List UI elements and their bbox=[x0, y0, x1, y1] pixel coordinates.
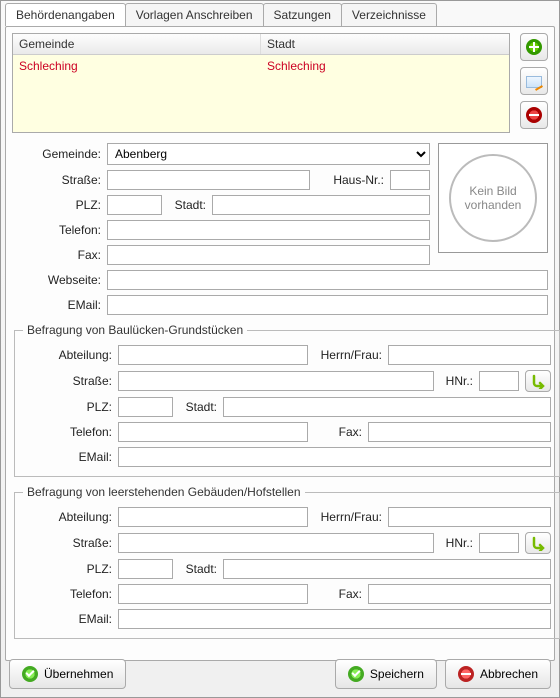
speichern-button[interactable]: Speichern bbox=[335, 659, 437, 689]
f1-label-telefon: Telefon: bbox=[23, 425, 118, 439]
check-icon bbox=[348, 666, 364, 682]
f1-strasse-field[interactable] bbox=[118, 371, 434, 391]
edit-button[interactable] bbox=[520, 67, 548, 95]
arrow-icon bbox=[530, 373, 546, 389]
f2-label-email: EMail: bbox=[23, 612, 118, 626]
telefon-field[interactable] bbox=[107, 220, 430, 240]
tab-verzeichnisse[interactable]: Verzeichnisse bbox=[341, 3, 437, 26]
speichern-label: Speichern bbox=[370, 667, 424, 681]
f1-stadt-field[interactable] bbox=[223, 397, 551, 417]
f2-hnr-field[interactable] bbox=[479, 533, 519, 553]
f2-fax-field[interactable] bbox=[368, 584, 551, 604]
label-telefon: Telefon: bbox=[12, 223, 107, 237]
f1-label-plz: PLZ: bbox=[23, 400, 118, 414]
fieldset-leerstand: Befragung von leerstehenden Gebäuden/Hof… bbox=[14, 485, 560, 639]
table-row[interactable]: Schleching Schleching bbox=[13, 55, 509, 77]
cell-gemeinde: Schleching bbox=[13, 57, 261, 75]
f1-hnr-field[interactable] bbox=[479, 371, 519, 391]
fax-field[interactable] bbox=[107, 245, 430, 265]
f1-label-email: EMail: bbox=[23, 450, 118, 464]
f2-herrn-field[interactable] bbox=[388, 507, 551, 527]
label-hausnr: Haus-Nr.: bbox=[310, 173, 390, 187]
tab-vorlagen-anschreiben[interactable]: Vorlagen Anschreiben bbox=[125, 3, 264, 26]
f2-label-plz: PLZ: bbox=[23, 562, 118, 576]
f2-apply-address-button[interactable] bbox=[525, 532, 551, 554]
f1-label-hnr: HNr.: bbox=[434, 374, 479, 388]
f1-label-stadt: Stadt: bbox=[173, 400, 223, 414]
label-email: EMail: bbox=[12, 298, 107, 312]
f2-label-abteilung: Abteilung: bbox=[23, 510, 118, 524]
f2-abteilung-field[interactable] bbox=[118, 507, 308, 527]
cancel-icon bbox=[458, 666, 474, 682]
minus-icon bbox=[526, 107, 542, 123]
f1-label-abteilung: Abteilung: bbox=[23, 348, 118, 362]
fieldset-bauluecken: Befragung von Baulücken-Grundstücken Abt… bbox=[14, 323, 560, 477]
label-strasse: Straße: bbox=[12, 173, 107, 187]
grid-header-gemeinde[interactable]: Gemeinde bbox=[13, 34, 261, 54]
image-placeholder[interactable]: Kein Bild vorhanden bbox=[438, 143, 548, 253]
abbrechen-button[interactable]: Abbrechen bbox=[445, 659, 551, 689]
tab-satzungen[interactable]: Satzungen bbox=[263, 3, 342, 26]
f2-label-herrn: Herrn/Frau: bbox=[308, 510, 388, 524]
f2-telefon-field[interactable] bbox=[118, 584, 308, 604]
f2-label-stadt: Stadt: bbox=[173, 562, 223, 576]
stadt-field[interactable] bbox=[212, 195, 430, 215]
f1-herrn-field[interactable] bbox=[388, 345, 551, 365]
f2-label-hnr: HNr.: bbox=[434, 536, 479, 550]
fieldset-bauluecken-legend: Befragung von Baulücken-Grundstücken bbox=[23, 323, 247, 337]
label-stadt: Stadt: bbox=[162, 198, 212, 212]
f1-email-field[interactable] bbox=[118, 447, 551, 467]
delete-button[interactable] bbox=[520, 101, 548, 129]
f2-strasse-field[interactable] bbox=[118, 533, 434, 553]
arrow-icon bbox=[530, 535, 546, 551]
hausnr-field[interactable] bbox=[390, 170, 430, 190]
fieldset-leerstand-legend: Befragung von leerstehenden Gebäuden/Hof… bbox=[23, 485, 305, 499]
tab-behoerdenangaben[interactable]: Behördenangaben bbox=[5, 3, 126, 26]
f2-label-strasse: Straße: bbox=[23, 536, 118, 550]
no-image-text: Kein Bild vorhanden bbox=[449, 154, 537, 242]
uebernehmen-button[interactable]: Übernehmen bbox=[9, 659, 126, 689]
uebernehmen-label: Übernehmen bbox=[44, 667, 113, 681]
label-plz: PLZ: bbox=[12, 198, 107, 212]
label-fax: Fax: bbox=[12, 248, 107, 262]
email-field[interactable] bbox=[107, 295, 548, 315]
webseite-field[interactable] bbox=[107, 270, 548, 290]
f2-stadt-field[interactable] bbox=[223, 559, 551, 579]
footer: Übernehmen Speichern Abbrechen bbox=[1, 651, 559, 697]
f1-telefon-field[interactable] bbox=[118, 422, 308, 442]
strasse-field[interactable] bbox=[107, 170, 310, 190]
grid[interactable]: Gemeinde Stadt Schleching Schleching bbox=[12, 33, 510, 133]
label-webseite: Webseite: bbox=[12, 273, 107, 287]
f1-apply-address-button[interactable] bbox=[525, 370, 551, 392]
f2-label-fax: Fax: bbox=[308, 587, 368, 601]
edit-icon bbox=[526, 76, 542, 88]
f1-label-herrn: Herrn/Frau: bbox=[308, 348, 388, 362]
main-panel: Gemeinde Stadt Schleching Schleching Gem… bbox=[5, 26, 555, 661]
f2-label-telefon: Telefon: bbox=[23, 587, 118, 601]
check-icon bbox=[22, 666, 38, 682]
f1-plz-field[interactable] bbox=[118, 397, 173, 417]
f2-email-field[interactable] bbox=[118, 609, 551, 629]
f1-label-fax: Fax: bbox=[308, 425, 368, 439]
plus-icon bbox=[526, 39, 542, 55]
add-button[interactable] bbox=[520, 33, 548, 61]
f2-plz-field[interactable] bbox=[118, 559, 173, 579]
grid-header-stadt[interactable]: Stadt bbox=[261, 34, 509, 54]
cell-stadt: Schleching bbox=[261, 57, 509, 75]
tab-bar: Behördenangaben Vorlagen Anschreiben Sat… bbox=[1, 1, 559, 26]
f1-abteilung-field[interactable] bbox=[118, 345, 308, 365]
label-gemeinde: Gemeinde: bbox=[12, 147, 107, 161]
gemeinde-select[interactable]: Abenberg bbox=[107, 143, 430, 165]
f1-label-strasse: Straße: bbox=[23, 374, 118, 388]
abbrechen-label: Abbrechen bbox=[480, 667, 538, 681]
f1-fax-field[interactable] bbox=[368, 422, 551, 442]
plz-field[interactable] bbox=[107, 195, 162, 215]
